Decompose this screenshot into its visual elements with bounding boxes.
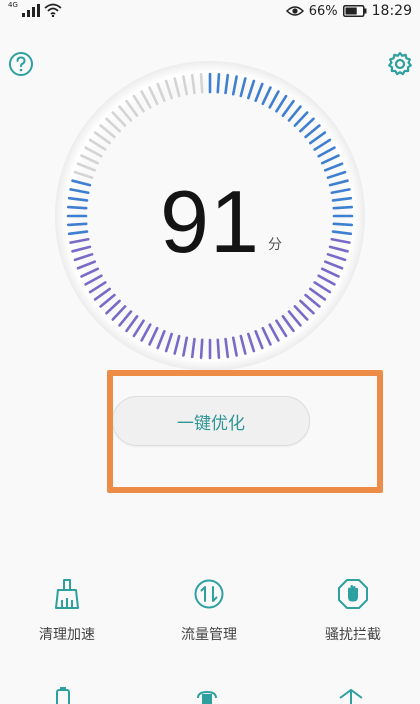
battery-tool-icon: [56, 687, 70, 704]
tool-label: 流量管理: [181, 627, 237, 643]
gauge-tick-active: [66, 205, 88, 210]
tool-clean-speedup[interactable]: 清理加速: [12, 578, 122, 658]
app-lock-icon: [197, 690, 217, 704]
tool-row2-item-1[interactable]: [48, 684, 88, 704]
signal-icon: [21, 4, 40, 17]
score-display: 91: [160, 176, 260, 268]
tool-data-management[interactable]: 流量管理: [154, 578, 264, 658]
gauge-tick-active: [199, 338, 204, 360]
gauge-tick-active: [332, 205, 354, 210]
gauge-tick-active: [216, 338, 221, 360]
status-right: 66% 18:29: [285, 3, 412, 19]
battery-percent: 66%: [308, 3, 338, 19]
battery-icon: [342, 5, 367, 17]
tool-row2-item-3[interactable]: [336, 684, 376, 704]
tool-label: 骚扰拦截: [325, 627, 381, 643]
status-left: 4G: [8, 1, 62, 17]
virus-scan-icon: [339, 688, 363, 704]
tool-row2-item-2[interactable]: [192, 684, 232, 704]
broom-icon: [55, 579, 79, 609]
score-unit: 分: [268, 237, 282, 253]
score-value: 91: [160, 172, 260, 271]
gear-icon: [388, 51, 412, 76]
clock-time: 18:29: [371, 3, 412, 19]
eye-comfort-icon: [285, 6, 304, 16]
highlight-annotation-box: [107, 370, 383, 493]
help-circle-icon: [9, 52, 33, 76]
gauge-tick-active: [216, 72, 221, 94]
network-type: 4G: [8, 1, 18, 9]
status-bar: 4G 66% 18:29: [0, 0, 420, 24]
tool-harassment-block[interactable]: 骚扰拦截: [298, 578, 408, 658]
gauge-tick-inactive: [199, 72, 204, 94]
settings-button[interactable]: [386, 50, 414, 78]
data-traffic-icon: [194, 579, 224, 609]
help-button[interactable]: [7, 50, 35, 78]
tool-label: 清理加速: [39, 627, 95, 643]
hand-block-icon: [338, 579, 368, 609]
gauge-tick-active: [66, 222, 88, 227]
wifi-icon: [44, 3, 62, 17]
gauge-tick-active: [332, 222, 354, 227]
